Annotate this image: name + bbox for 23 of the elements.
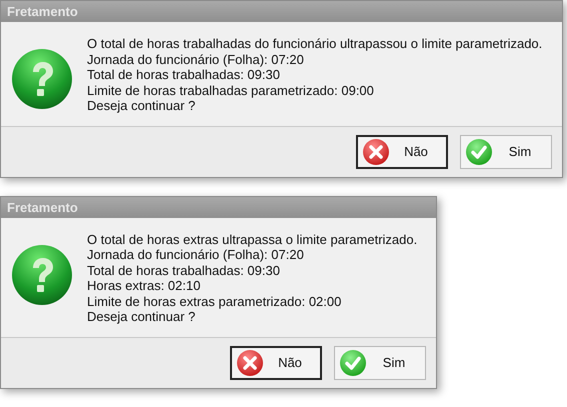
message-text: Jornada do funcionário (Folha): 07:20 xyxy=(87,247,305,262)
no-button[interactable]: Não xyxy=(230,346,322,380)
no-button[interactable]: Não xyxy=(356,134,448,168)
message-text: O total de horas trabalhadas do funcionário ultrapassou o limite parametrizado. xyxy=(87,36,542,52)
question-icon xyxy=(11,244,73,306)
message-text: Total de horas trabalhadas: 09:30 xyxy=(87,67,281,82)
yes-button[interactable]: Sim xyxy=(460,134,552,168)
close-icon xyxy=(362,138,390,166)
message-text: Total de horas trabalhadas: 09:30 xyxy=(87,262,281,278)
message-text: Horas extras: 02:10 xyxy=(87,278,202,294)
message-text: Limite de horas extras parametrizado: 02:00 xyxy=(87,294,342,309)
message-text: Jornada do funcionário (Folha): 07:20 xyxy=(87,52,305,67)
window-title: Fretamento xyxy=(1,196,436,218)
checkmark-icon xyxy=(339,348,367,376)
window-title: Fretamento xyxy=(1,1,562,22)
message-text: Deseja continuar ? xyxy=(87,309,196,324)
yes-button[interactable]: Sim xyxy=(334,346,426,380)
message-text: Limite de horas trabalhadas parametrizado: 09:00 xyxy=(87,82,375,98)
message-text: O total de horas extras ultrapassa o limite parametrizado. xyxy=(87,232,418,247)
checkmark-icon xyxy=(465,138,493,166)
question-icon xyxy=(11,48,73,110)
close-icon xyxy=(236,348,264,376)
message-text: Deseja continuar ? xyxy=(87,98,196,114)
